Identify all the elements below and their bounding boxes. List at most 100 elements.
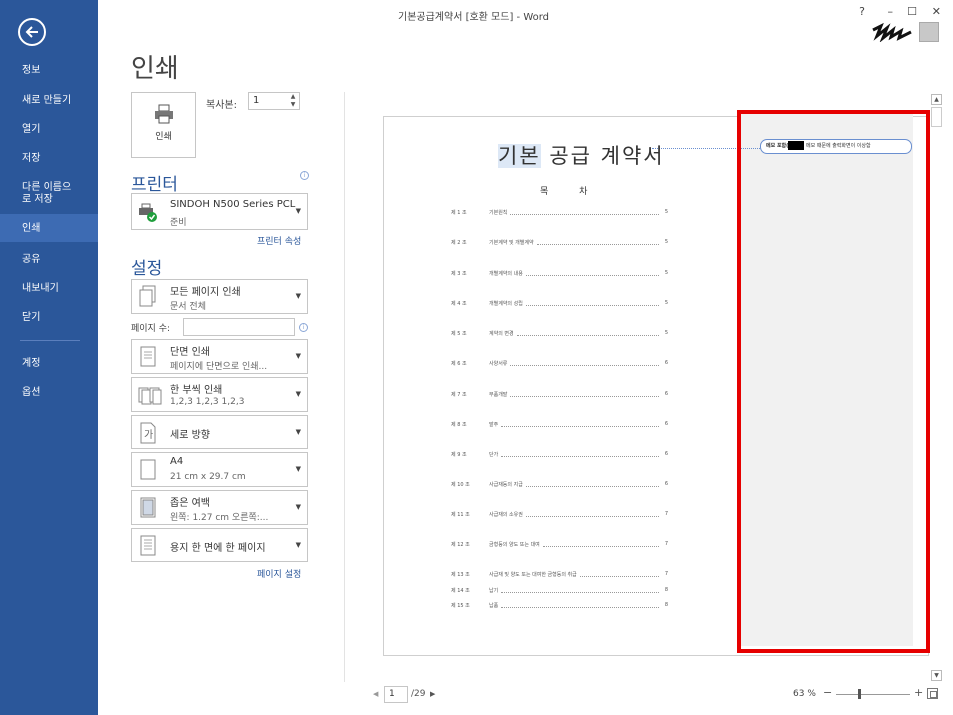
toc-page-number: 7: [664, 571, 668, 577]
margins-select[interactable]: 좁은 여백 왼쪽: 1.27 cm 오른쪽:... ▼: [131, 490, 308, 525]
sides-select[interactable]: 단면 인쇄 페이지에 단면으로 인쇄... ▼: [131, 339, 308, 374]
print-range-label: 모든 페이지 인쇄: [170, 287, 241, 298]
toc-entry: 제 9 조 단가 6: [451, 451, 668, 459]
comment-connector: [652, 148, 760, 162]
toc-entry: 제 10 조 사급재등의 지급 6: [451, 481, 668, 489]
user-name-scribble: [872, 22, 912, 42]
toc-entry-text: 납품: [489, 603, 499, 609]
info-icon[interactable]: i: [299, 323, 308, 332]
nav-item-export[interactable]: 내보내기: [0, 283, 98, 295]
next-page-button[interactable]: ▶: [430, 690, 435, 698]
pages-per-sheet-label: 용지 한 면에 한 페이지: [170, 543, 266, 554]
copies-spinner[interactable]: ▲ ▼: [288, 93, 298, 109]
toc-page-number: 7: [664, 541, 668, 547]
toc-entry: 제 15 조 납품 8: [451, 602, 668, 610]
toc-article-number: 제 12 조: [451, 542, 470, 548]
toc-leader-dots: [510, 396, 659, 397]
toc-article-number: 제 14 조: [451, 588, 470, 594]
nav-item-share[interactable]: 공유: [0, 254, 98, 266]
toc-leader-dots: [501, 592, 659, 593]
nav-item-account[interactable]: 계정: [0, 358, 98, 370]
toc-article-number: 제 3 조: [451, 271, 467, 277]
toc-entry-text: 기본원칙: [489, 210, 508, 216]
toc-page-number: 8: [664, 587, 668, 593]
zoom-slider-thumb[interactable]: [858, 689, 861, 699]
preview-scrollbar[interactable]: [931, 94, 942, 682]
nav-item-save[interactable]: 저장: [0, 153, 98, 165]
toc-page-number: 6: [664, 360, 668, 366]
toc-leader-dots: [580, 576, 659, 577]
toc-heading: 목 차: [540, 187, 602, 197]
toc-entry-text: 금형등의 양도 또는 대여: [489, 542, 540, 548]
toc-page-number: 5: [664, 270, 668, 276]
collation-select[interactable]: 한 부씩 인쇄 1,2,3 1,2,3 1,2,3 ▼: [131, 377, 308, 412]
nav-item-close[interactable]: 닫기: [0, 312, 98, 324]
toc-leader-dots: [543, 546, 659, 547]
print-button-label: 인쇄: [155, 132, 172, 142]
pages-label: 페이지 수:: [131, 324, 171, 334]
nav-item-print[interactable]: 인쇄: [0, 214, 98, 242]
nav-item-open[interactable]: 열기: [0, 124, 98, 136]
printer-select[interactable]: SINDOH N500 Series PCL 준비 ▼: [131, 193, 308, 230]
nav-item-new[interactable]: 새로 만들기: [0, 95, 98, 107]
info-icon[interactable]: i: [300, 171, 309, 180]
toc-entry: 제 8 조 발주 6: [451, 421, 668, 429]
help-button[interactable]: ?: [859, 5, 865, 18]
toc-article-number: 제 8 조: [451, 422, 467, 428]
toc-entry-text: 사급재등의 지급: [489, 482, 523, 488]
window-title: 기본공급계약서 [호환 모드] - Word: [398, 12, 550, 23]
backstage-nav: 정보 새로 만들기 열기 저장 다른 이름으로 저장 인쇄 공유 내보내기 닫기…: [0, 0, 98, 715]
toc-page-number: 6: [664, 421, 668, 427]
comment-prefix: 메모 포함(: [766, 143, 789, 149]
pages-per-sheet-select[interactable]: 용지 한 면에 한 페이지 ▼: [131, 528, 308, 562]
nav-item-save-as[interactable]: 다른 이름으로 저장: [0, 182, 98, 206]
sides-label: 단면 인쇄: [170, 347, 210, 358]
zoom-to-page-icon[interactable]: [927, 688, 938, 699]
orientation-label: 세로 방향: [170, 430, 210, 441]
pages-input[interactable]: [183, 318, 295, 336]
comment-balloon: 메모 포함( 메모 때문에 출력화면이 이상함: [760, 139, 912, 154]
restore-button[interactable]: ☐: [907, 5, 917, 18]
toc-entry: 제 14 조 납기 8: [451, 587, 668, 595]
paper-size-select[interactable]: A4 21 cm x 29.7 cm ▼: [131, 452, 308, 487]
zoom-level[interactable]: 63 %: [793, 689, 816, 699]
current-page-input[interactable]: 1: [384, 686, 408, 703]
printer-properties-link[interactable]: 프린터 속성: [257, 234, 301, 247]
toc-leader-dots: [526, 516, 659, 517]
toc-page-number: 5: [664, 300, 668, 306]
margins-desc: 왼쪽: 1.27 cm 오른쪽:...: [170, 513, 269, 523]
zoom-slider[interactable]: [836, 694, 910, 695]
toc-article-number: 제 6 조: [451, 361, 467, 367]
toc-article-number: 제 1 조: [451, 210, 467, 216]
zoom-out-button[interactable]: −: [823, 686, 832, 699]
toc-leader-dots: [501, 607, 659, 608]
zoom-in-button[interactable]: +: [914, 686, 923, 699]
minimize-button[interactable]: –: [888, 5, 894, 18]
toc-entry: 제 11 조 사급재의 소유권 7: [451, 511, 668, 519]
print-range-select[interactable]: 모든 페이지 인쇄 문서 전체 ▼: [131, 279, 308, 314]
orientation-select[interactable]: 가 세로 방향 ▼: [131, 415, 308, 449]
page-title: 인쇄: [131, 54, 179, 84]
toc-entry: 제 1 조 기본원칙 5: [451, 209, 668, 217]
toc-leader-dots: [510, 365, 659, 366]
nav-item-info[interactable]: 정보: [0, 65, 98, 77]
scroll-thumb[interactable]: [931, 107, 942, 127]
toc-page-number: 5: [664, 330, 668, 336]
toc-article-number: 제 9 조: [451, 452, 467, 458]
chevron-down-icon: ▼: [295, 390, 301, 398]
nav-item-options[interactable]: 옵션: [0, 387, 98, 399]
print-button[interactable]: 인쇄: [131, 92, 196, 158]
scroll-up-button[interactable]: ▲: [931, 94, 942, 105]
close-button[interactable]: ✕: [932, 5, 941, 18]
one-sided-icon: [140, 346, 156, 367]
previous-page-button[interactable]: ◀: [373, 690, 378, 698]
pages-icon: [139, 285, 156, 307]
title-highlighted-word: 기본: [498, 144, 541, 168]
back-button[interactable]: [18, 18, 46, 46]
page-setup-link[interactable]: 페이지 설정: [257, 567, 301, 580]
collation-desc: 1,2,3 1,2,3 1,2,3: [170, 397, 245, 407]
toc-entry-text: 부품개발: [489, 392, 508, 398]
scroll-down-button[interactable]: ▼: [931, 670, 942, 681]
toc-entry-text: 발주: [489, 422, 499, 428]
avatar[interactable]: [919, 22, 939, 42]
